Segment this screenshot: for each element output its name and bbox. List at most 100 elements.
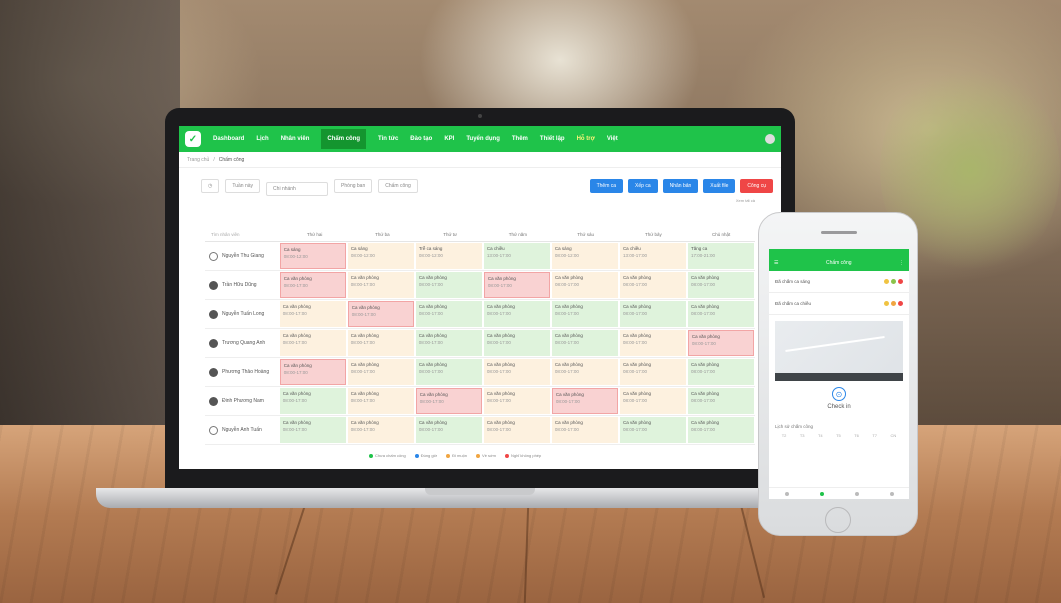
toolbar-button[interactable]: Nhân bản — [662, 179, 699, 193]
calendar-day[interactable]: T5 — [836, 433, 841, 438]
shift-cell[interactable]: Ca văn phòng 08:00-17:00 — [415, 301, 482, 327]
shift-cell[interactable]: Ca văn phòng 08:00-17:00 — [619, 330, 686, 356]
employee-cell[interactable]: Trần Hữu Dũng — [205, 271, 279, 299]
nav-item[interactable]: Thêm — [512, 136, 528, 142]
breadcrumb-parent[interactable]: Trang chủ — [187, 157, 209, 163]
nav-item[interactable]: Lịch — [256, 136, 268, 142]
toolbar-button[interactable]: Xuất file — [703, 179, 736, 193]
shift-cell[interactable]: Ca văn phòng 08:00-17:00 — [551, 359, 618, 385]
employee-cell[interactable]: Nguyễn Thu Giang — [205, 242, 279, 270]
location-pin-icon[interactable]: ⊙ — [832, 387, 846, 401]
shift-cell[interactable]: Ca sáng 08:00-12:00 — [347, 243, 414, 269]
calendar-icon[interactable]: ◷ — [201, 179, 220, 193]
employee-cell[interactable]: Đinh Phương Nam — [205, 387, 279, 415]
tab-checkin-icon[interactable] — [819, 491, 824, 496]
shift-cell[interactable]: Ca văn phòng 08:00-17:00 — [687, 301, 754, 327]
nav-item[interactable]: Việt — [607, 136, 618, 142]
calendar-day[interactable]: CN — [890, 433, 896, 438]
attendance-status-row[interactable]: Đã chấm ca sáng — [769, 271, 909, 293]
shift-cell[interactable]: Ca văn phòng 08:00-17:00 — [483, 417, 550, 443]
calendar-day[interactable]: T2 — [782, 433, 787, 438]
branch-select[interactable]: Chi nhánh — [266, 182, 329, 196]
employee-cell[interactable]: Nguyễn Tuấn Long — [205, 300, 279, 328]
shift-cell[interactable]: Ca văn phòng 08:00-17:00 — [483, 330, 550, 356]
nav-item[interactable]: Chấm công — [321, 129, 367, 149]
shift-cell[interactable]: Ca văn phòng 08:00-17:00 — [483, 388, 550, 414]
shift-cell[interactable]: Ca chiều 13:00-17:00 — [619, 243, 686, 269]
shift-cell[interactable]: Ca văn phòng 08:00-17:00 — [551, 330, 618, 356]
more-icon[interactable]: ⋮ — [899, 260, 904, 266]
shift-select[interactable]: Chấm công — [378, 179, 418, 193]
shift-cell[interactable]: Ca văn phòng 08:00-17:00 — [619, 388, 687, 414]
shift-cell[interactable]: Ca văn phòng 08:00-17:00 — [347, 359, 414, 385]
nav-item[interactable]: Tuyển dụng — [466, 136, 500, 142]
nav-item[interactable]: Dashboard — [213, 136, 244, 142]
shift-cell[interactable]: Ca văn phòng 08:00-17:00 — [415, 330, 482, 356]
shift-cell[interactable]: Ca văn phòng 08:00-17:00 — [688, 388, 755, 414]
employee-cell[interactable]: Trương Quang Anh — [205, 329, 279, 357]
shift-cell[interactable]: Ca văn phòng 08:00-17:00 — [483, 359, 550, 385]
shift-cell[interactable]: Ca văn phòng 08:00-17:00 — [347, 330, 414, 356]
shift-cell[interactable]: Ca văn phòng 08:00-17:00 — [279, 359, 346, 385]
shift-cell[interactable]: Ca văn phòng 08:00-17:00 — [483, 272, 550, 298]
toolbar-button[interactable]: Công cụ — [740, 179, 773, 193]
nav-item[interactable]: Hỗ trợ — [577, 136, 595, 142]
employee-cell[interactable]: Nguyễn Anh Tuấn — [205, 416, 279, 444]
phone-home-button[interactable] — [825, 507, 851, 533]
shift-cell[interactable]: Ca văn phòng 08:00-17:00 — [551, 417, 618, 443]
shift-cell[interactable]: Ca sáng 08:00-12:00 — [279, 243, 346, 269]
shift-cell[interactable]: Ca văn phòng 08:00-17:00 — [688, 417, 755, 443]
shift-cell[interactable]: Ca văn phòng 08:00-17:00 — [279, 417, 346, 443]
shift-cell[interactable]: Trễ ca sáng 08:00-12:00 — [415, 243, 482, 269]
user-avatar[interactable] — [765, 134, 775, 144]
toolbar-button[interactable]: Thêm ca — [589, 179, 624, 193]
department-select[interactable]: Phòng ban — [334, 179, 373, 193]
shift-cell[interactable]: Ca văn phòng 08:00-17:00 — [415, 417, 482, 443]
shift-cell[interactable]: Ca văn phòng 08:00-17:00 — [687, 359, 754, 385]
tab-home-icon[interactable] — [784, 491, 789, 496]
tab-profile-icon[interactable] — [889, 491, 894, 496]
shift-cell[interactable]: Ca văn phòng 08:00-17:00 — [347, 301, 414, 327]
employee-cell[interactable]: Phương Thảo Hoàng — [205, 358, 279, 386]
shift-cell[interactable]: Ca văn phòng 08:00-17:00 — [279, 272, 346, 298]
view-all-link[interactable]: Xem tất cả — [179, 198, 781, 203]
attendance-status-row[interactable]: Đã chấm ca chiều — [769, 293, 909, 315]
shift-cell[interactable]: Ca văn phòng 08:00-17:00 — [415, 388, 482, 414]
calendar-day[interactable]: T4 — [818, 433, 823, 438]
shift-cell[interactable]: Ca văn phòng 08:00-17:00 — [347, 272, 414, 298]
nav-item[interactable]: Đào tạo — [410, 136, 432, 142]
shift-cell[interactable]: Ca văn phòng 08:00-17:00 — [619, 359, 686, 385]
shift-cell[interactable]: Ca văn phòng 08:00-17:00 — [551, 301, 618, 327]
calendar-day[interactable]: T6 — [854, 433, 859, 438]
nav-item[interactable]: KPI — [444, 136, 454, 142]
tab-schedule-icon[interactable] — [854, 491, 859, 496]
shift-cell[interactable]: Ca văn phòng 08:00-17:00 — [347, 388, 414, 414]
nav-item[interactable]: Thiết lập — [540, 136, 565, 142]
shift-cell[interactable]: Ca văn phòng 08:00-17:00 — [415, 272, 482, 298]
week-select[interactable]: Tuần này — [225, 179, 261, 193]
shift-cell[interactable]: Ca văn phòng 08:00-17:00 — [687, 330, 754, 356]
shift-cell[interactable]: Ca sáng 08:00-12:00 — [551, 243, 618, 269]
shift-cell[interactable]: Ca văn phòng 08:00-17:00 — [619, 417, 686, 443]
shift-cell[interactable]: Ca văn phòng 08:00-17:00 — [279, 388, 346, 414]
calendar-day[interactable]: T3 — [800, 433, 805, 438]
shift-cell[interactable]: Ca văn phòng 08:00-17:00 — [619, 301, 686, 327]
app-logo-icon[interactable]: ✓ — [185, 131, 201, 147]
shift-cell[interactable]: Ca văn phòng 08:00-17:00 — [347, 417, 414, 443]
shift-cell[interactable]: Ca văn phòng 08:00-17:00 — [551, 388, 618, 414]
shift-cell[interactable]: Ca văn phòng 08:00-17:00 — [619, 272, 687, 298]
shift-cell[interactable]: Ca văn phòng 08:00-17:00 — [279, 301, 346, 327]
location-map[interactable] — [775, 321, 903, 381]
shift-cell[interactable]: Ca văn phòng 08:00-17:00 — [688, 272, 755, 298]
shift-cell[interactable]: Ca văn phòng 08:00-17:00 — [279, 330, 346, 356]
calendar-day[interactable]: T7 — [872, 433, 877, 438]
nav-item[interactable]: Tin tức — [378, 136, 398, 142]
shift-cell[interactable]: Ca văn phòng 08:00-17:00 — [483, 301, 550, 327]
employee-search-input[interactable]: Tìm nhân viên — [205, 232, 281, 237]
shift-cell[interactable]: Ca văn phòng 08:00-17:00 — [415, 359, 482, 385]
toolbar-button[interactable]: Xếp ca — [628, 179, 658, 193]
shift-cell[interactable]: Ca văn phòng 08:00-17:00 — [551, 272, 618, 298]
nav-item[interactable]: Nhân viên — [281, 136, 310, 142]
shift-cell[interactable]: Tăng ca 17:00-21:00 — [687, 243, 754, 269]
shift-cell[interactable]: Ca chiều 13:00-17:00 — [483, 243, 550, 269]
